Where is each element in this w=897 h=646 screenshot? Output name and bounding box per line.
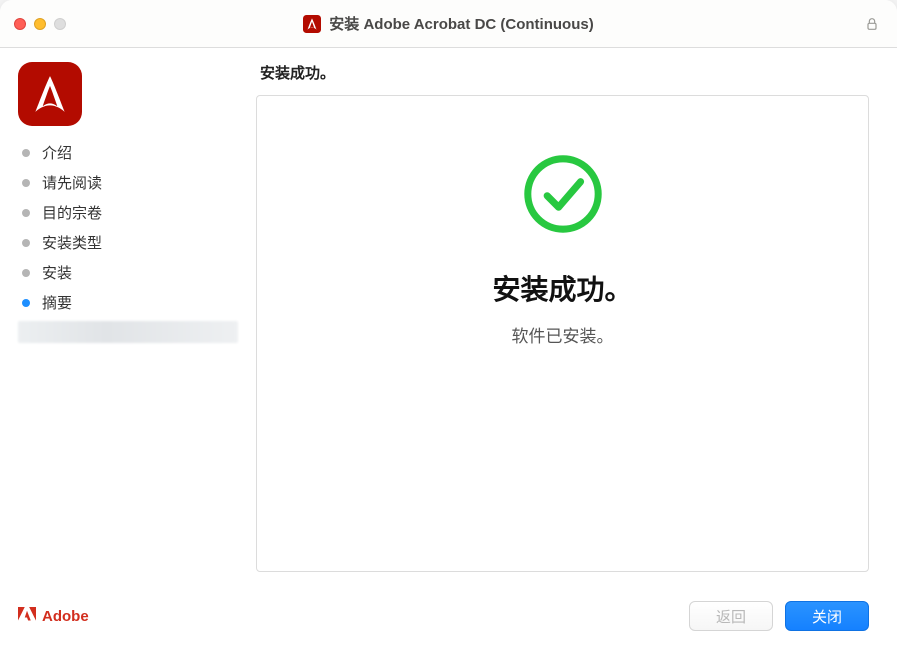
- step-label: 请先阅读: [42, 172, 102, 193]
- footer-buttons: 返回 关闭: [689, 601, 869, 631]
- blurred-region: [18, 321, 238, 343]
- window-title-wrap: 安装 Adobe Acrobat DC (Continuous): [0, 13, 897, 34]
- acrobat-app-icon: [18, 62, 82, 126]
- step-label: 安装: [42, 262, 72, 283]
- close-window-button[interactable]: [14, 18, 26, 30]
- step-label: 摘要: [42, 292, 72, 313]
- step-dot-icon: [22, 269, 30, 277]
- step-label: 介绍: [42, 142, 72, 163]
- step-dot-icon: [22, 149, 30, 157]
- back-button[interactable]: 返回: [689, 601, 773, 631]
- content-area: 介绍 请先阅读 目的宗卷 安装类型 安装: [0, 48, 897, 586]
- close-button[interactable]: 关闭: [785, 601, 869, 631]
- step-destination: 目的宗卷: [22, 202, 234, 223]
- main-panel: 安装成功。 安装成功。 软件已安装。: [252, 48, 897, 586]
- step-summary: 摘要: [22, 292, 234, 313]
- step-dot-icon: [22, 299, 30, 307]
- adobe-brand: Adobe: [18, 607, 89, 626]
- step-install-type: 安装类型: [22, 232, 234, 253]
- success-title: 安装成功。: [492, 268, 632, 308]
- window-title: 安装 Adobe Acrobat DC (Continuous): [329, 13, 593, 34]
- step-dot-icon: [22, 209, 30, 217]
- titlebar: 安装 Adobe Acrobat DC (Continuous): [0, 0, 897, 48]
- sidebar: 介绍 请先阅读 目的宗卷 安装类型 安装: [0, 48, 252, 586]
- step-install: 安装: [22, 262, 234, 283]
- main-heading: 安装成功。: [256, 62, 869, 83]
- step-dot-icon: [22, 239, 30, 247]
- step-label: 目的宗卷: [42, 202, 102, 223]
- success-check-icon: [519, 150, 607, 238]
- step-introduction: 介绍: [22, 142, 234, 163]
- step-dot-icon: [22, 179, 30, 187]
- step-label: 安装类型: [42, 232, 102, 253]
- success-subtitle: 软件已安装。: [512, 322, 614, 347]
- acrobat-title-icon: [303, 15, 321, 33]
- result-panel: 安装成功。 软件已安装。: [256, 95, 869, 572]
- zoom-window-button[interactable]: [54, 18, 66, 30]
- footer: Adobe 返回 关闭: [0, 586, 897, 646]
- installer-window: 安装 Adobe Acrobat DC (Continuous) 介绍: [0, 0, 897, 646]
- lock-icon[interactable]: [861, 13, 883, 35]
- minimize-window-button[interactable]: [34, 18, 46, 30]
- adobe-brand-text: Adobe: [42, 608, 89, 625]
- back-button-label: 返回: [716, 606, 746, 627]
- window-controls: [14, 18, 66, 30]
- adobe-logo-icon: [18, 607, 36, 626]
- step-readme: 请先阅读: [22, 172, 234, 193]
- close-button-label: 关闭: [812, 606, 842, 627]
- install-steps: 介绍 请先阅读 目的宗卷 安装类型 安装: [18, 142, 234, 313]
